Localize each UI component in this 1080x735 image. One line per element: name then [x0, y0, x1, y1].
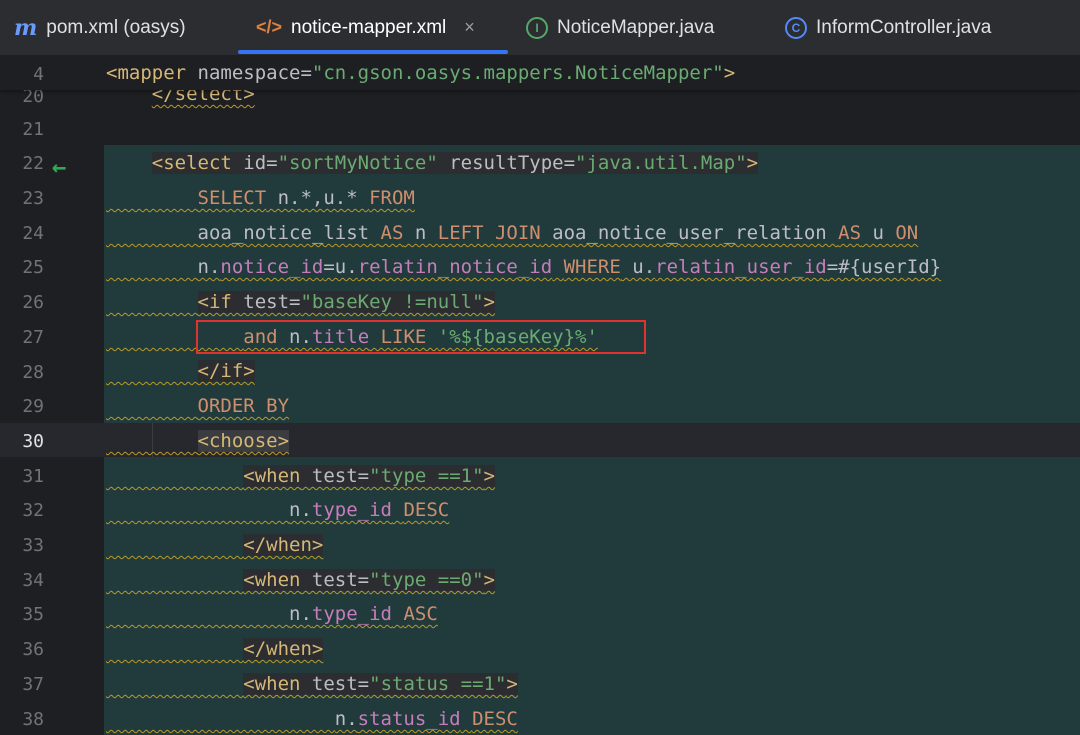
code-line-31: <when test="type ==1">	[243, 465, 495, 487]
editor-tab-bar: m pom.xml (oasys) </> notice-mapper.xml …	[0, 0, 1080, 56]
line-number: 36	[22, 639, 44, 660]
line-number: 37	[22, 674, 44, 695]
line-number: 32	[22, 500, 44, 521]
line-number: 31	[22, 466, 44, 487]
xml-file-icon: </>	[256, 17, 283, 37]
maven-icon: m	[14, 14, 38, 41]
tab-inform-controller-java[interactable]: C InformController.java	[785, 0, 991, 55]
line-number: 22	[22, 153, 44, 174]
tab-label: pom.xml (oasys)	[46, 16, 186, 38]
code-line-32: n.type_id DESC	[289, 499, 450, 521]
line-number: 38	[22, 709, 44, 730]
line-number: 27	[22, 327, 44, 348]
tab-notice-mapper-java[interactable]: I NoticeMapper.java	[526, 0, 714, 55]
code-line-28: </if>	[197, 360, 255, 382]
code-line-24: aoa_notice_list AS n LEFT JOIN aoa_notic…	[197, 222, 919, 244]
code-editor[interactable]: 20 21 22 ← 23 24 25 26 27 28 29 30 31 32…	[0, 56, 1080, 735]
tab-label: InformController.java	[816, 16, 992, 38]
tab-pom-xml[interactable]: m pom.xml (oasys)	[14, 0, 186, 55]
code-line-34: <when test="type ==0">	[243, 569, 495, 591]
code-line-38: n.status_id DESC	[334, 708, 518, 730]
code-line-33: </when>	[243, 534, 324, 556]
line-number: 24	[22, 223, 44, 244]
code-line-29: ORDER BY	[197, 395, 290, 417]
highlight-annotation-box	[196, 320, 646, 354]
interface-icon: I	[526, 16, 548, 39]
tab-label: NoticeMapper.java	[557, 16, 715, 38]
line-number: 25	[22, 257, 44, 278]
line-number: 33	[22, 535, 44, 556]
code-line-26: <if test="baseKey !=null">	[197, 291, 495, 313]
code-line-23: SELECT n.*,u.* FROM	[197, 187, 415, 209]
line-number: 4	[33, 64, 44, 85]
line-number-current: 30	[22, 431, 44, 452]
code-line-22: <select id="sortMyNotice" resultType="ja…	[151, 152, 759, 174]
class-icon: C	[785, 16, 807, 39]
sticky-scope-header[interactable]: 4 <mapper namespace="cn.gson.oasys.mappe…	[0, 56, 1080, 90]
code-line-35: n.type_id ASC	[289, 603, 438, 625]
code-line-25: n.notice_id=u.relatin_notice_id WHERE u.…	[197, 256, 942, 278]
navigate-arrow-icon[interactable]: ←	[52, 153, 66, 181]
line-number: 23	[22, 188, 44, 209]
code-line-37: <when test="status ==1">	[243, 673, 518, 695]
code-line-30: <choose>	[197, 430, 290, 452]
code-line-36: </when>	[243, 638, 324, 660]
tab-notice-mapper-xml[interactable]: </> notice-mapper.xml ×	[256, 0, 475, 55]
sticky-code-line: <mapper namespace="cn.gson.oasys.mappers…	[106, 62, 736, 84]
line-number: 28	[22, 362, 44, 383]
line-number: 21	[22, 119, 44, 140]
active-tab-indicator	[238, 50, 508, 54]
line-number: 35	[22, 604, 44, 625]
line-number: 34	[22, 570, 44, 591]
line-number: 29	[22, 396, 44, 417]
close-tab-icon[interactable]: ×	[464, 17, 475, 38]
tab-label: notice-mapper.xml	[291, 16, 447, 38]
line-number: 26	[22, 292, 44, 313]
